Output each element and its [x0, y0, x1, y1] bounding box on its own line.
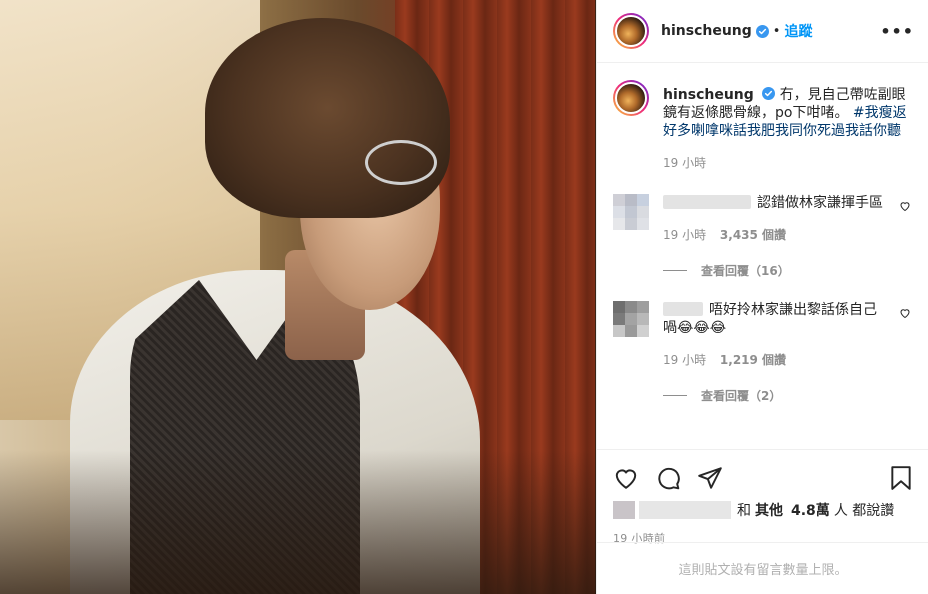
comment-text: 認錯做林家謙揮手區 — [757, 195, 883, 211]
caption-time[interactable]: 19 小時 — [663, 156, 706, 170]
caption: hinscheung 冇，見自己帶咗副眼鏡有返條腮骨線，po下咁啫。 #我瘦返好… — [613, 80, 913, 172]
post-photo[interactable] — [0, 0, 596, 594]
replies-divider — [663, 395, 687, 396]
caption-username[interactable]: hinscheung — [663, 87, 754, 103]
author-username[interactable]: hinscheung — [661, 23, 752, 39]
caption-avatar[interactable] — [613, 80, 649, 116]
glasses — [365, 140, 437, 185]
commenter-username-blurred[interactable] — [663, 302, 703, 316]
comment-likes[interactable]: 3,435 個讚 — [720, 228, 786, 242]
comments-list: hinscheung 冇，見自己帶咗副眼鏡有返條腮骨線，po下咁啫。 #我瘦返好… — [597, 64, 928, 449]
view-replies-label: 查看回覆（2） — [701, 389, 782, 403]
more-options-icon[interactable]: ••• — [880, 22, 914, 41]
author-avatar[interactable] — [613, 13, 649, 49]
save-bookmark-icon[interactable] — [889, 465, 913, 491]
comment-likes[interactable]: 1,219 個讚 — [720, 353, 786, 367]
shadow-floor — [0, 450, 596, 594]
comment-emoji: 😂😂😂 — [677, 320, 727, 336]
follow-button[interactable]: 追蹤 — [784, 21, 812, 41]
post-sidebar: hinscheung • 追蹤 ••• hinscheung 冇，見自己帶咗副眼… — [596, 0, 928, 594]
likes-prefix: 和 — [737, 503, 751, 519]
share-icon[interactable] — [697, 465, 723, 491]
view-replies-label: 查看回覆（16） — [701, 264, 790, 278]
like-heart-icon[interactable] — [613, 465, 639, 491]
comment-meta: 19 小時 1,219 個讚 — [663, 351, 885, 369]
comment-meta: 19 小時 3,435 個讚 — [663, 226, 885, 244]
view-replies-button[interactable]: 查看回覆（16） — [663, 262, 913, 279]
commenter-avatar-pixelated[interactable] — [613, 194, 649, 230]
comments-limited-notice: 這則貼文設有留言數量上限。 — [597, 542, 928, 594]
likes-suffix: 人 都說讚 — [833, 503, 895, 519]
comment-item: 唔好拎林家謙出黎話係自己喎😂😂😂 19 小時 1,219 個讚 — [613, 301, 913, 369]
comment-item: 認錯做林家謙揮手區 19 小時 3,435 個讚 — [613, 194, 913, 244]
like-comment-heart-icon[interactable] — [899, 307, 911, 319]
post-header: hinscheung • 追蹤 ••• — [597, 0, 928, 63]
replies-divider — [663, 270, 687, 271]
view-replies-button[interactable]: 查看回覆（2） — [663, 387, 913, 404]
comment-time[interactable]: 19 小時 — [663, 353, 706, 367]
instagram-post: hinscheung • 追蹤 ••• hinscheung 冇，見自己帶咗副眼… — [0, 0, 928, 594]
caption-meta: 19 小時 — [663, 154, 913, 172]
likes-summary: 和 其他 4.8萬 人 都說讚 — [613, 500, 913, 520]
separator-dot: • — [772, 23, 781, 39]
likes-others-label[interactable]: 其他 — [755, 500, 783, 520]
verified-badge-icon — [762, 87, 776, 100]
liker-username-blurred[interactable] — [639, 501, 731, 519]
action-icons — [613, 458, 913, 498]
comment-icon[interactable] — [655, 465, 681, 491]
post-actions: 和 其他 4.8萬 人 都說讚 19 小時前 — [597, 449, 928, 546]
comment-time[interactable]: 19 小時 — [663, 228, 706, 242]
like-comment-heart-icon[interactable] — [899, 200, 911, 212]
commenter-avatar-pixelated[interactable] — [613, 301, 649, 337]
likes-count[interactable]: 4.8萬 — [791, 500, 830, 520]
liker-avatar-pixelated[interactable] — [613, 501, 635, 519]
commenter-username-blurred[interactable] — [663, 195, 751, 209]
verified-badge-icon — [755, 24, 769, 38]
